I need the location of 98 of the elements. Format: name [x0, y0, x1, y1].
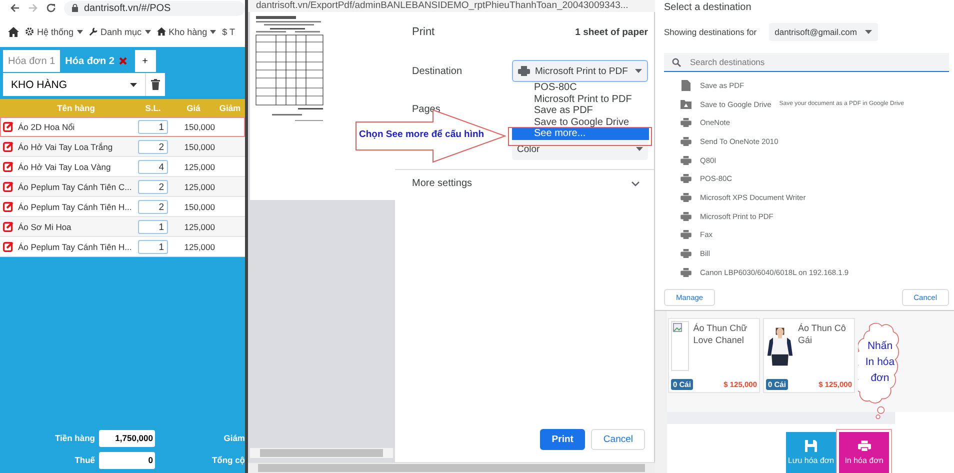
reload-icon[interactable] [46, 3, 56, 13]
table-cell-text: 125,000 [183, 162, 215, 172]
chevron-down-icon [631, 180, 640, 186]
wrench-icon [88, 27, 98, 36]
quantity-field[interactable]: 1 [138, 120, 168, 134]
account-label: Showing destinations for [664, 27, 757, 37]
edit-icon[interactable] [2, 181, 14, 192]
folder-icon [680, 100, 692, 109]
table-cell-text: Áo Sơ Mi Hoa [17, 222, 72, 232]
table-row[interactable]: Áo Peplum Tay Cánh Tiên C... 2 125,000 [0, 177, 245, 197]
url-text: dantrisoft.vn/ExportPdf/adminBANLEBANSIDEMO_rptPhieuThanhToan_20043009343... [256, 0, 628, 11]
print-invoice-button[interactable]: In hóa đơn [839, 432, 889, 473]
dropdown-option[interactable]: See more... [512, 128, 649, 140]
table-cell-text: Áo Peplum Tay Cánh Tiên H... [17, 242, 133, 252]
print-button[interactable]: Print [540, 429, 586, 450]
table-row[interactable]: Áo Peplum Tay Cánh Tiên H... 1 125,000 [0, 237, 245, 257]
table-cell-text: 150,000 [183, 202, 215, 212]
add-tab-button[interactable]: + [134, 50, 156, 72]
quantity-field[interactable]: 1 [138, 220, 168, 234]
edit-icon[interactable] [2, 161, 14, 172]
home-icon[interactable] [8, 26, 19, 36]
table-row[interactable]: Áo Sơ Mi Hoa 1 125,000 [0, 217, 245, 237]
summary-label: Giám [224, 433, 245, 443]
menu-item[interactable]: $ T [222, 26, 235, 36]
quantity-field[interactable]: 1 [138, 240, 168, 254]
edit-icon[interactable] [2, 141, 14, 152]
cloud-note: Nhấn In hóa đơn [864, 339, 896, 386]
quantity-field[interactable]: 2 [138, 140, 168, 154]
caret-icon [76, 30, 83, 34]
table-cell-text: Áo Hở Vai Tay Loa Trắng [17, 142, 114, 152]
sheet-count: 1 sheet of paper [575, 26, 648, 38]
table-cell-text: 150,000 [183, 122, 215, 132]
table-cell-text: Áo Peplum Tay Cánh Tiên H... [17, 202, 133, 212]
search-field[interactable]: Search destinations [664, 53, 949, 72]
cancel-button[interactable]: Cancel [591, 429, 645, 450]
dialog-title: Select a destination [664, 2, 752, 15]
product-name: Áo Thun Cô Gái [798, 322, 847, 347]
table-row[interactable]: Áo 2D Hoa Nổi 1 150,000 [0, 117, 245, 137]
destination-select[interactable]: Microsoft Print to PDF [512, 60, 648, 82]
warehouse-select[interactable]: KHO HÀNG [3, 73, 146, 96]
delete-button[interactable] [146, 73, 165, 96]
table-row[interactable]: Áo Hở Vai Tay Loa Trắng 2 150,000 [0, 137, 245, 157]
quantity-field[interactable]: 2 [138, 180, 168, 194]
column-header: Giảm [218, 103, 242, 113]
edit-icon[interactable] [2, 241, 14, 252]
gear-icon [25, 27, 34, 36]
table-cell-text: Áo Hở Vai Tay Loa Vàng [17, 162, 112, 172]
caret-icon [144, 30, 151, 34]
table-cell-text: 125,000 [183, 182, 215, 192]
menu-item[interactable]: Danh mục [88, 26, 151, 36]
dropdown-option[interactable]: Microsoft Print to PDF [512, 94, 649, 105]
table-cell-text: 125,000 [183, 222, 215, 232]
account-select[interactable]: dantrisoft@gmail.com [768, 23, 878, 41]
lock-icon [72, 4, 78, 12]
dialog-title: Print [412, 26, 435, 38]
table-cell-text: Áo 2D Hoa Nổi [17, 122, 76, 132]
house-icon [156, 27, 166, 36]
summary-label: Tiền hàng [54, 433, 96, 443]
column-header: Giá [186, 103, 202, 113]
table-cell-text: 150,000 [183, 142, 215, 152]
quantity-field[interactable]: 2 [138, 200, 168, 214]
summary-field[interactable]: 1,750,000 [99, 430, 155, 446]
caret-icon [864, 30, 872, 34]
more-settings-toggle[interactable]: More settings [412, 170, 648, 189]
url-text: dantrisoft.vn/#/POS [84, 2, 171, 14]
edit-icon[interactable] [2, 201, 14, 212]
summary-label: Tổng cộ [212, 455, 245, 465]
table-cell-text: Áo Peplum Tay Cánh Tiên C... [17, 182, 133, 192]
caret-icon [636, 147, 643, 151]
dropdown-option[interactable]: Save to Google Drive [512, 116, 649, 128]
setting-label: Pages [412, 104, 442, 114]
save-icon [805, 440, 817, 452]
file-icon [680, 80, 692, 91]
menu-item[interactable]: Hệ thống [25, 26, 83, 36]
summary-label: Thuế [74, 455, 96, 465]
scrollbar[interactable] [248, 462, 655, 473]
menu-item[interactable]: Kho hàng [156, 26, 216, 36]
column-header: Tên hàng [56, 103, 96, 113]
caret-icon [635, 69, 642, 73]
address-bar[interactable]: dantrisoft.vn/#/POS [64, 0, 245, 16]
caret-icon [130, 82, 137, 86]
product-name: Áo Thun Chữ Love Chanel [693, 322, 748, 347]
broken-image-icon [673, 323, 682, 332]
summary-field[interactable]: 0 [99, 452, 155, 468]
caret-icon [210, 30, 216, 34]
setting-label: Destination [412, 66, 464, 76]
edit-icon[interactable] [2, 121, 14, 132]
scrollbar[interactable] [250, 447, 393, 458]
invoice-tab[interactable]: Hóa đơn 1 [3, 50, 60, 72]
table-cell-text: 125,000 [183, 242, 215, 252]
trash-icon [151, 79, 160, 90]
dropdown-option[interactable]: POS-80C [512, 82, 649, 94]
edit-icon[interactable] [2, 221, 14, 232]
column-header: S.L. [144, 103, 162, 113]
back-icon[interactable] [10, 3, 20, 13]
dropdown-option[interactable]: Save as PDF [512, 105, 649, 116]
callout-text: Chọn See more để cấu hình [359, 129, 484, 140]
quantity-field[interactable]: 4 [138, 160, 168, 174]
